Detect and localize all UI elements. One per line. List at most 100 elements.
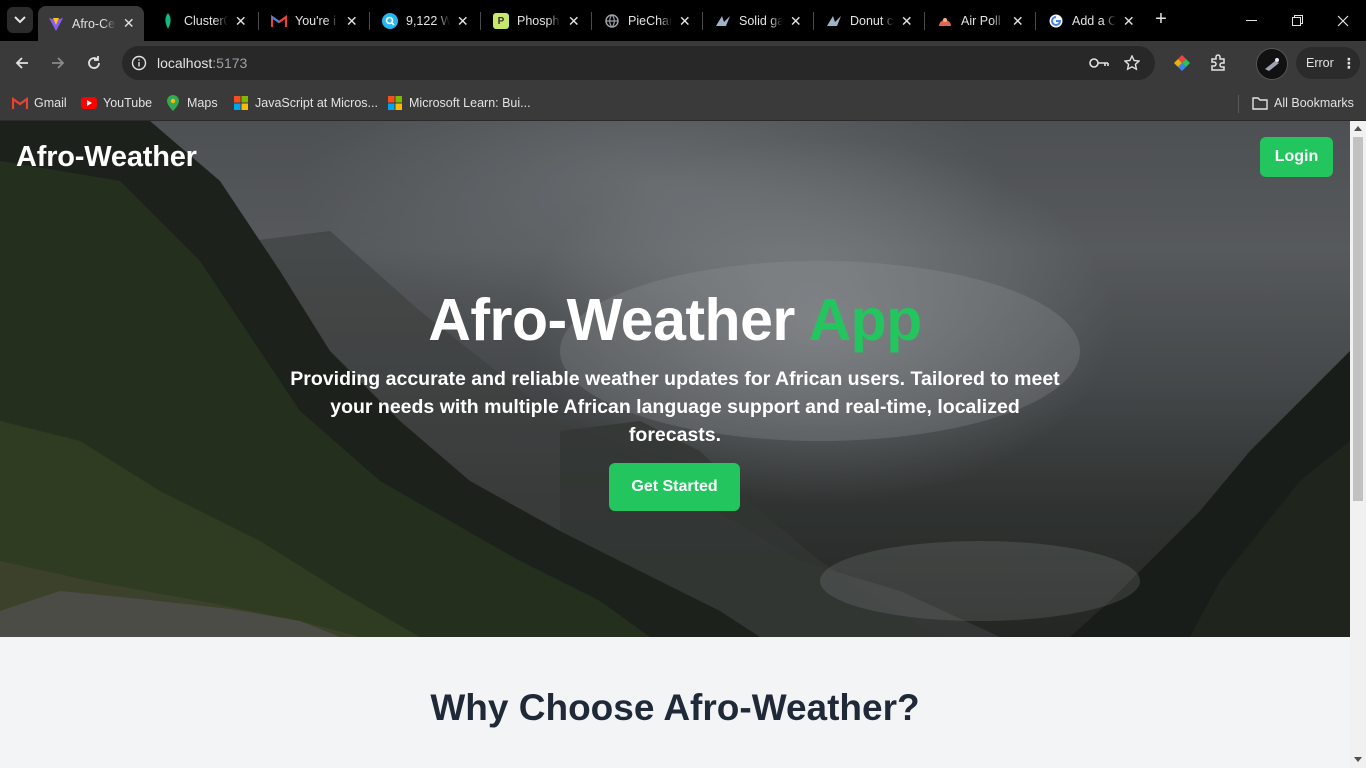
extensions-puzzle-icon[interactable] — [1206, 51, 1230, 75]
phosphor-icon: P — [493, 13, 509, 29]
mongodb-leaf-icon — [160, 13, 176, 29]
back-button[interactable] — [8, 49, 36, 77]
bookmark-maps[interactable]: Maps — [165, 92, 218, 114]
browser-toolbar: localhost:5173 Error ⋮ — [0, 41, 1366, 85]
tab-divider — [702, 12, 703, 30]
arrow-right-icon — [52, 57, 65, 69]
gmail-icon — [271, 13, 287, 29]
close-icon[interactable]: ✕ — [122, 15, 137, 32]
microsoft-icon — [233, 95, 249, 111]
hero-title: Afro-Weather App — [0, 286, 1350, 354]
chakra-icon — [826, 13, 842, 29]
tab-google[interactable]: Add a C ✕ — [1038, 6, 1144, 36]
bookmarks-bar: Gmail YouTube Maps JavaScript at Micros.… — [0, 85, 1366, 121]
close-icon — [1337, 15, 1349, 26]
arrow-left-icon — [15, 57, 28, 69]
site-info-icon[interactable] — [129, 53, 149, 73]
tab-title: Cluster0 — [184, 14, 228, 28]
bookmark-label: Microsoft Learn: Bui... — [409, 96, 531, 110]
tab-title: 9,122 W — [406, 14, 450, 28]
bookmark-gmail[interactable]: Gmail — [12, 92, 67, 114]
tab-divider — [813, 12, 814, 30]
password-key-icon[interactable] — [1089, 53, 1109, 73]
close-icon[interactable]: ✕ — [456, 13, 471, 29]
folder-icon — [1252, 95, 1268, 111]
restore-button[interactable] — [1274, 0, 1320, 41]
tab-title: PieChar — [628, 14, 672, 28]
maps-pin-icon — [165, 95, 181, 111]
close-icon[interactable]: ✕ — [789, 13, 804, 29]
bookmark-microsoft-learn[interactable]: Microsoft Learn: Bui... — [387, 92, 531, 114]
tab-strip: Afro-Ce ✕ Cluster0 ✕ You're i ✕ 9,122 W … — [0, 0, 1366, 41]
profile-avatar[interactable] — [1256, 48, 1288, 80]
hero-title-accent: App — [808, 287, 923, 353]
address-bar[interactable]: localhost:5173 — [122, 46, 1155, 80]
bookmarks-divider — [1238, 95, 1239, 113]
vite-icon — [48, 16, 64, 32]
login-button[interactable]: Login — [1260, 137, 1333, 177]
tab-gmail[interactable]: You're i ✕ — [261, 6, 367, 36]
close-icon[interactable]: ✕ — [345, 13, 360, 29]
tab-title: Solid ga — [739, 14, 783, 28]
chakra-icon — [715, 13, 731, 29]
tab-solid-gauge[interactable]: Solid ga ✕ — [705, 6, 811, 36]
scroll-down-arrow-icon[interactable] — [1354, 757, 1362, 762]
get-started-button[interactable]: Get Started — [609, 463, 740, 511]
close-icon[interactable]: ✕ — [1011, 13, 1026, 29]
globe-icon — [604, 13, 620, 29]
bookmark-label: Gmail — [34, 96, 67, 110]
tab-title: Afro-Ce — [72, 16, 116, 31]
tab-cluster0[interactable]: Cluster0 ✕ — [150, 6, 256, 36]
tab-search-button[interactable] — [7, 7, 33, 33]
tab-afro-weather[interactable]: Afro-Ce ✕ — [38, 6, 144, 41]
close-window-button[interactable] — [1320, 0, 1366, 41]
reload-button[interactable] — [80, 49, 108, 77]
brand-logo[interactable]: Afro-Weather — [16, 141, 197, 174]
url-text: localhost:5173 — [157, 55, 247, 71]
url-port: :5173 — [212, 55, 248, 71]
hero-title-main: Afro-Weather — [428, 287, 795, 353]
tab-search-results[interactable]: 9,122 W ✕ — [372, 6, 478, 36]
more-vertical-icon: ⋮ — [1341, 54, 1356, 71]
tab-donut-chart[interactable]: Donut c ✕ — [816, 6, 922, 36]
close-icon[interactable]: ✕ — [234, 13, 249, 29]
tab-air-pollution[interactable]: Air Poll ✕ — [927, 6, 1033, 36]
page-viewport: Afro-Weather Login Afro-Weather App Prov… — [0, 121, 1350, 768]
new-tab-button[interactable]: + — [1150, 9, 1172, 31]
color-extension-icon[interactable] — [1170, 51, 1194, 75]
bookmark-youtube[interactable]: YouTube — [81, 92, 152, 114]
all-bookmarks-button[interactable]: All Bookmarks — [1252, 92, 1354, 114]
close-icon[interactable]: ✕ — [900, 13, 915, 29]
bookmark-label: YouTube — [103, 96, 153, 110]
minimize-button[interactable] — [1228, 0, 1274, 41]
reload-icon — [88, 56, 100, 69]
error-label: Error — [1306, 56, 1334, 70]
tab-phosphor[interactable]: P Phosph ✕ — [483, 6, 589, 36]
bookmark-label: Maps — [187, 96, 218, 110]
url-host: localhost — [157, 55, 213, 71]
bookmark-javascript-microsoft[interactable]: JavaScript at Micros... — [233, 92, 378, 114]
page-scrollbar[interactable] — [1350, 121, 1366, 768]
close-icon[interactable]: ✕ — [1122, 13, 1137, 29]
bookmark-star-icon[interactable] — [1122, 53, 1142, 73]
scrollbar-thumb[interactable] — [1353, 137, 1363, 501]
minimize-icon — [1245, 19, 1257, 21]
microsoft-icon — [387, 95, 403, 111]
forward-button[interactable] — [44, 49, 72, 77]
close-icon[interactable]: ✕ — [567, 13, 582, 29]
youtube-icon — [81, 95, 97, 111]
tab-divider — [924, 12, 925, 30]
tab-divider — [480, 12, 481, 30]
tab-divider — [258, 12, 259, 30]
tab-piechart[interactable]: PieChar ✕ — [594, 6, 700, 36]
close-icon[interactable]: ✕ — [678, 13, 693, 29]
tab-divider — [1035, 12, 1036, 30]
chevron-down-icon — [14, 16, 26, 24]
error-menu-button[interactable]: Error ⋮ — [1296, 47, 1360, 79]
tab-title: You're i — [295, 14, 336, 28]
tab-title: Phosph — [517, 14, 560, 28]
tab-divider — [369, 12, 370, 30]
air-pollution-icon — [937, 13, 953, 29]
features-heading: Why Choose Afro-Weather? — [430, 687, 920, 728]
scroll-up-arrow-icon[interactable] — [1354, 126, 1362, 131]
